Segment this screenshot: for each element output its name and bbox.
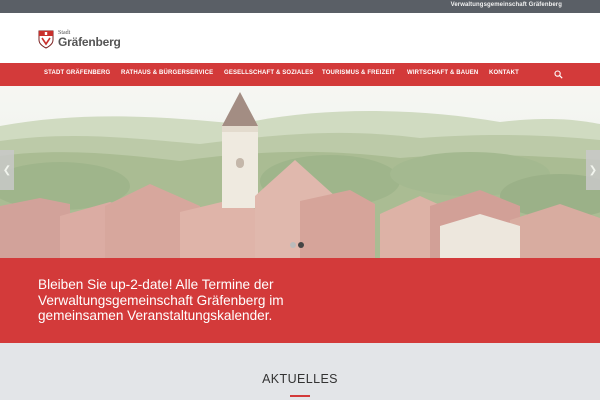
nav-item-rathaus[interactable]: RATHAUS & BÜRGERSERVICE xyxy=(121,70,213,76)
slider-prev-button[interactable]: ❮ xyxy=(0,150,14,190)
slider-dot[interactable] xyxy=(290,242,296,248)
hero-image xyxy=(0,86,600,258)
slider-pagination xyxy=(290,242,304,248)
slider-dot-active[interactable] xyxy=(298,242,304,248)
hero-slider[interactable] xyxy=(0,86,600,258)
chevron-left-icon: ❮ xyxy=(2,164,12,176)
header: Stadt Gräfenberg xyxy=(0,13,600,63)
topbar-title[interactable]: Verwaltungsgemeinschaft Gräfenberg xyxy=(451,2,562,8)
top-bar: Verwaltungsgemeinschaft Gräfenberg xyxy=(0,0,600,13)
site-logo[interactable]: Stadt Gräfenberg xyxy=(38,28,121,50)
slider-next-button[interactable]: ❯ xyxy=(586,150,600,190)
heading-divider xyxy=(290,395,310,397)
nav-item-wirtschaft[interactable]: WIRTSCHAFT & BAUEN xyxy=(407,70,478,76)
main-navigation: STADT GRÄFENBERG RATHAUS & BÜRGERSERVICE… xyxy=(0,63,600,86)
nav-item-tourismus[interactable]: TOURISMUS & FREIZEIT xyxy=(322,70,395,76)
banner-text[interactable]: Bleiben Sie up-2-date! Alle Termine der … xyxy=(38,277,328,324)
news-section: AKTUELLES xyxy=(0,343,600,400)
section-heading: AKTUELLES xyxy=(262,372,338,386)
nav-item-gesellschaft[interactable]: GESELLSCHAFT & SOZIALES xyxy=(224,70,313,76)
coat-of-arms-icon xyxy=(38,30,54,49)
chevron-right-icon: ❯ xyxy=(588,164,598,176)
nav-item-kontakt[interactable]: KONTAKT xyxy=(489,70,519,76)
logo-label-big: Gräfenberg xyxy=(58,35,121,49)
event-banner: Bleiben Sie up-2-date! Alle Termine der … xyxy=(0,258,600,343)
search-icon[interactable] xyxy=(554,70,563,79)
nav-item-stadt[interactable]: STADT GRÄFENBERG xyxy=(44,70,110,76)
